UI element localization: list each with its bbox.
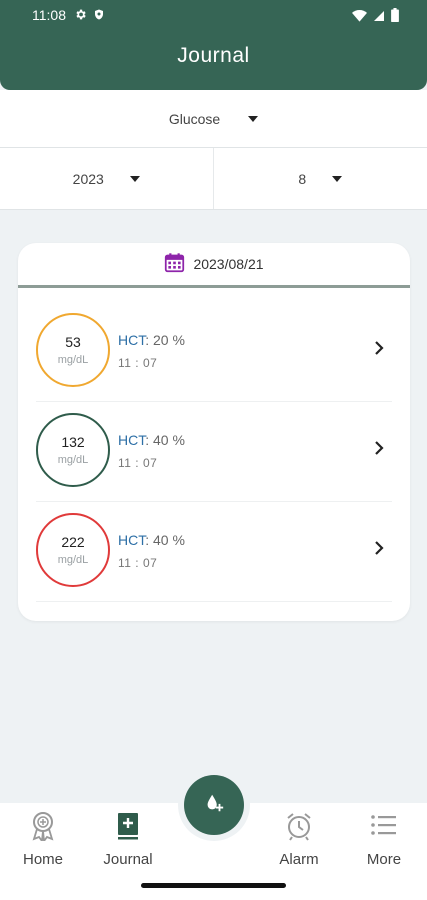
wifi-icon xyxy=(352,9,367,25)
journal-entry[interactable]: 53 mg/dL HCT: 20 % 11 : 07 xyxy=(36,302,392,402)
journal-entry[interactable]: 222 mg/dL HCT: 40 % 11 : 07 xyxy=(36,502,392,602)
caret-down-icon xyxy=(129,175,140,182)
nav-alarm[interactable]: Alarm xyxy=(259,811,339,868)
glucose-value: 53 xyxy=(65,334,81,350)
system-home-bar xyxy=(0,873,427,900)
date-selector-row: 2023 8 xyxy=(0,148,427,210)
award-ribbon-icon xyxy=(3,811,83,845)
card-date-header: 2023/08/21 xyxy=(18,243,410,288)
metric-selector-row: Glucose xyxy=(0,90,427,148)
glucose-ring: 53 mg/dL xyxy=(36,313,110,387)
hct-line: HCT: 40 % xyxy=(118,432,185,448)
hct-value: : 20 % xyxy=(145,332,185,348)
hct-value: : 40 % xyxy=(145,432,185,448)
nav-journal[interactable]: Journal xyxy=(88,811,168,868)
entry-time: 11 : 07 xyxy=(118,556,158,570)
hct-label: HCT xyxy=(118,432,146,448)
chevron-right-icon[interactable] xyxy=(372,440,386,461)
month-dropdown-value: 8 xyxy=(298,170,307,187)
page-title: Journal xyxy=(177,44,250,67)
battery-icon xyxy=(391,8,399,25)
glucose-ring: 222 mg/dL xyxy=(36,513,110,587)
entry-time: 11 : 07 xyxy=(118,456,158,470)
nav-home[interactable]: Home xyxy=(3,811,83,868)
glucose-value: 222 xyxy=(61,534,85,550)
app-header: 11:08 Journal xyxy=(0,0,427,90)
metric-dropdown[interactable]: Glucose xyxy=(0,90,427,147)
add-measurement-button[interactable] xyxy=(184,775,244,835)
glucose-unit: mg/dL xyxy=(57,554,89,566)
glucose-value: 132 xyxy=(61,434,85,450)
journal-entry[interactable]: 132 mg/dL HCT: 40 % 11 : 07 xyxy=(36,402,392,502)
list-menu-icon xyxy=(344,811,424,845)
status-bar: 11:08 xyxy=(0,0,427,32)
alarm-clock-icon xyxy=(259,811,339,845)
signal-icon xyxy=(373,9,385,25)
shield-status-icon xyxy=(93,8,105,24)
drop-add-icon xyxy=(203,792,225,819)
hct-value: : 40 % xyxy=(145,532,185,548)
metric-dropdown-value: Glucose xyxy=(168,110,221,127)
glucose-unit: mg/dL xyxy=(57,354,89,366)
month-dropdown[interactable]: 8 xyxy=(214,148,427,209)
year-dropdown[interactable]: 2023 xyxy=(0,148,214,209)
caret-down-icon xyxy=(248,115,259,122)
home-indicator[interactable] xyxy=(141,883,286,888)
journal-day-card: 2023/08/21 53 mg/dL HCT: 20 % 11 : 07 13… xyxy=(18,243,410,621)
calendar-icon xyxy=(164,252,185,276)
hct-label: HCT xyxy=(118,532,146,548)
nav-alarm-label: Alarm xyxy=(279,851,319,868)
nav-more[interactable]: More xyxy=(344,811,424,868)
chevron-right-icon[interactable] xyxy=(372,540,386,561)
nav-more-label: More xyxy=(366,851,402,868)
glucose-unit: mg/dL xyxy=(57,454,89,466)
card-date: 2023/08/21 xyxy=(193,256,264,272)
caret-down-icon xyxy=(332,175,343,182)
journal-book-icon xyxy=(88,811,168,845)
nav-home-label: Home xyxy=(22,851,63,868)
entry-time: 11 : 07 xyxy=(118,356,158,370)
year-dropdown-value: 2023 xyxy=(72,170,104,187)
status-time: 11:08 xyxy=(32,7,66,23)
glucose-ring: 132 mg/dL xyxy=(36,413,110,487)
hct-line: HCT: 40 % xyxy=(118,532,185,548)
hct-line: HCT: 20 % xyxy=(118,332,185,348)
chevron-right-icon[interactable] xyxy=(372,340,386,361)
nav-journal-label: Journal xyxy=(103,851,153,868)
hct-label: HCT xyxy=(118,332,146,348)
settings-status-icon xyxy=(74,8,87,24)
